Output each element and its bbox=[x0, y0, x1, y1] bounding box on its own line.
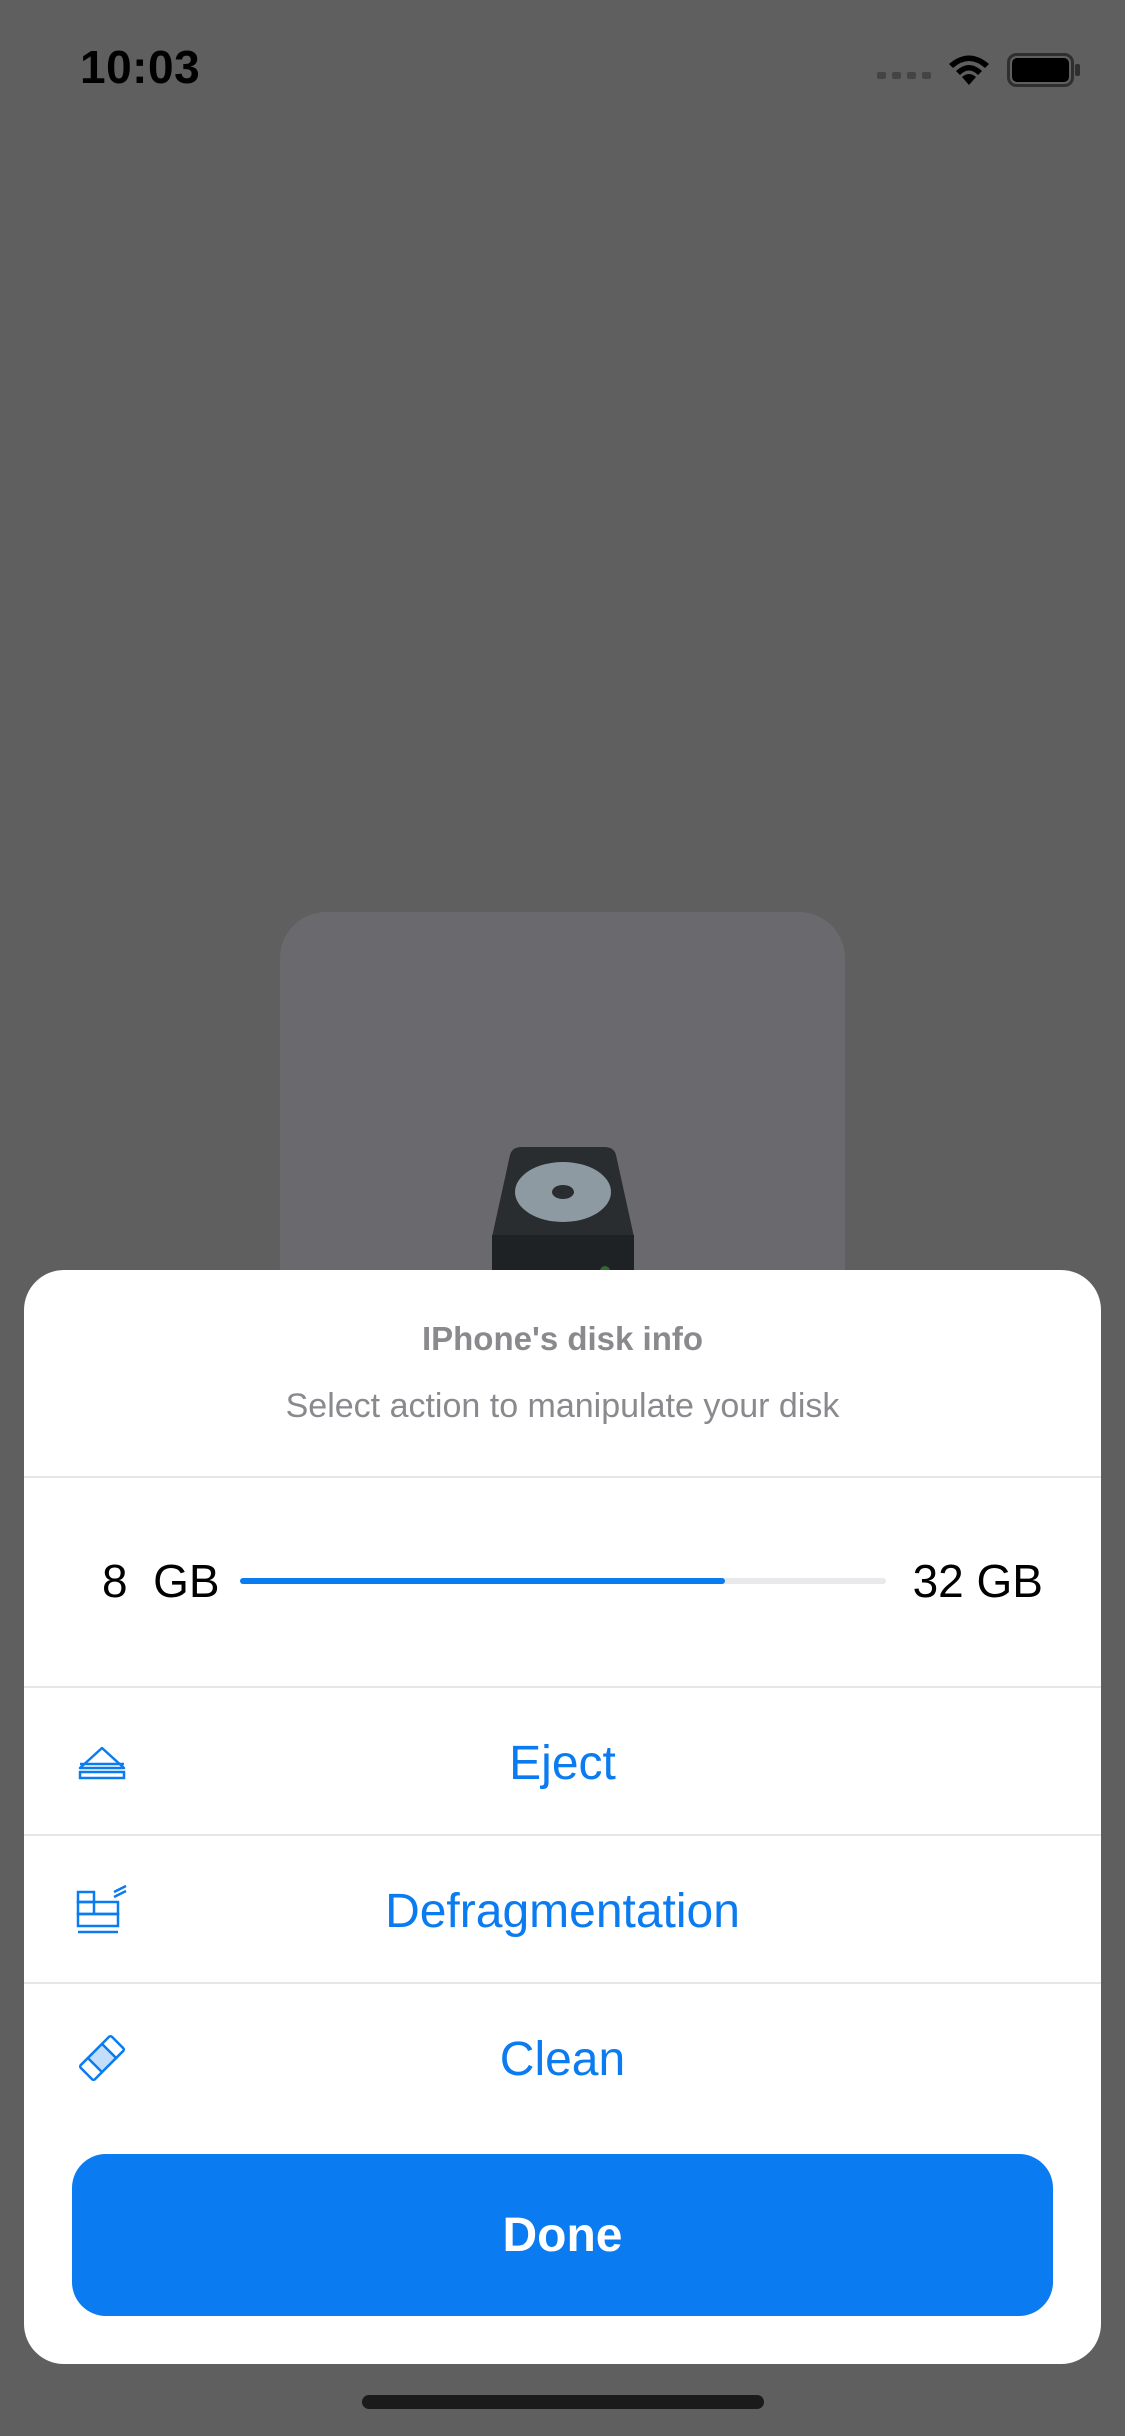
status-icons bbox=[877, 50, 1081, 90]
sheet-subtitle: Select action to manipulate your disk bbox=[285, 1387, 840, 1425]
status-time: 10:03 bbox=[80, 41, 201, 93]
sheet-header: IPhone's disk info Select action to mani… bbox=[24, 1270, 1101, 1478]
disk-info-sheet: IPhone's disk info Select action to mani… bbox=[24, 1270, 1101, 2364]
eject-label: Eject bbox=[509, 1737, 616, 1790]
action-row-clean[interactable]: Clean bbox=[24, 1984, 1101, 2130]
sheet-title: IPhone's disk info bbox=[421, 1320, 704, 1357]
capacity-row: 8 GB 32 GB bbox=[24, 1478, 1101, 1688]
home-indicator[interactable] bbox=[362, 2395, 764, 2409]
defragmentation-label: Defragmentation bbox=[385, 1885, 740, 1938]
cellular-signal-icon bbox=[877, 61, 931, 79]
clean-label: Clean bbox=[499, 2033, 626, 2086]
total-capacity-label: 32 GB bbox=[912, 1555, 1043, 1607]
capacity-progress-fill bbox=[240, 1578, 725, 1584]
status-bar: 10:03 bbox=[0, 0, 1125, 132]
action-row-eject[interactable]: Eject bbox=[24, 1688, 1101, 1836]
capacity-progress-bar bbox=[240, 1578, 886, 1584]
battery-icon bbox=[1007, 53, 1080, 87]
used-capacity-label: 8 GB bbox=[102, 1555, 220, 1607]
wifi-icon bbox=[949, 55, 989, 85]
done-button[interactable]: Done bbox=[72, 2154, 1053, 2316]
action-row-defragmentation[interactable]: Defragmentation bbox=[24, 1836, 1101, 1984]
